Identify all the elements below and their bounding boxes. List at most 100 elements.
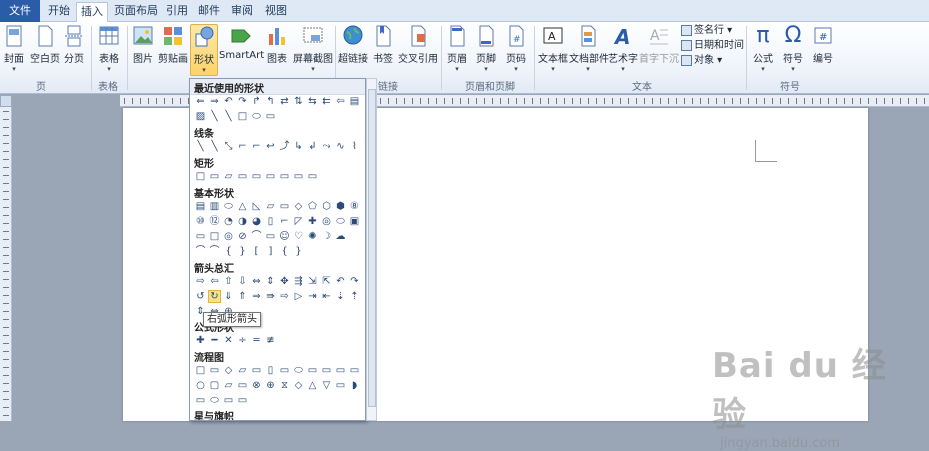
shape-option[interactable]: ⇔ bbox=[250, 275, 263, 288]
shape-option[interactable]: ↳ bbox=[292, 140, 305, 153]
shape-option[interactable]: ⇨ bbox=[194, 275, 207, 288]
tab-page-layout[interactable]: 页面布局 bbox=[110, 2, 162, 22]
shape-option[interactable]: ▤ bbox=[194, 200, 207, 213]
shape-option[interactable]: ⑧ bbox=[348, 200, 361, 213]
shape-option[interactable]: ▨ bbox=[194, 110, 207, 123]
shape-option[interactable]: △ bbox=[306, 379, 319, 392]
shape-option[interactable]: ⌒ bbox=[250, 230, 263, 243]
shape-option[interactable]: ⌒ bbox=[208, 245, 221, 258]
shape-option[interactable]: ⬭ bbox=[208, 394, 221, 407]
header-button[interactable]: 页眉 ▾ bbox=[444, 24, 470, 73]
shape-option[interactable]: ⇦ bbox=[208, 275, 221, 288]
shape-option[interactable]: ▭ bbox=[278, 364, 291, 377]
shape-option[interactable]: ▭ bbox=[208, 170, 221, 183]
shape-option[interactable]: □ bbox=[208, 230, 221, 243]
shape-option[interactable]: ⤳ bbox=[320, 140, 333, 153]
shape-option[interactable]: ⇤ bbox=[320, 290, 333, 303]
shape-option[interactable]: □ bbox=[194, 170, 207, 183]
shape-option[interactable]: ⇱ bbox=[320, 275, 333, 288]
shape-option[interactable]: ⇑ bbox=[236, 290, 249, 303]
smartart-button[interactable]: SmartArt bbox=[219, 24, 264, 61]
shape-option[interactable]: ⇓ bbox=[222, 290, 235, 303]
shape-option[interactable]: ╲ bbox=[208, 140, 221, 153]
chart-button[interactable]: 图表 bbox=[263, 24, 291, 65]
shape-option[interactable]: ↲ bbox=[306, 140, 319, 153]
shape-option[interactable]: ⌐ bbox=[278, 215, 291, 228]
shape-option[interactable]: ⇡ bbox=[348, 290, 361, 303]
tab-view[interactable]: 视图 bbox=[260, 2, 292, 22]
shape-option[interactable]: } bbox=[292, 245, 305, 258]
tab-insert[interactable]: 插入 bbox=[76, 2, 108, 23]
screenshot-button[interactable]: 屏幕截图 ▾ bbox=[292, 24, 334, 73]
shape-option[interactable]: ━ bbox=[208, 334, 221, 347]
shape-option[interactable]: ▯ bbox=[264, 364, 277, 377]
curved-right-arrow-shape[interactable]: ↻ bbox=[208, 290, 221, 303]
shape-option[interactable]: ▭ bbox=[194, 394, 207, 407]
shape-option[interactable]: ◇ bbox=[292, 379, 305, 392]
shape-option[interactable]: ⊘ bbox=[236, 230, 249, 243]
shape-option[interactable]: ▢ bbox=[208, 379, 221, 392]
shape-option[interactable]: ∿ bbox=[334, 140, 347, 153]
shape-option[interactable]: ▣ bbox=[348, 215, 361, 228]
shape-option[interactable]: ⬠ bbox=[306, 200, 319, 213]
shape-option[interactable]: ▭ bbox=[194, 230, 207, 243]
page-break-button[interactable]: 分页 bbox=[62, 24, 86, 65]
shape-option[interactable]: ▭ bbox=[292, 170, 305, 183]
shape-option[interactable]: ⌐ bbox=[236, 140, 249, 153]
object-button[interactable]: 对象 ▾ bbox=[681, 54, 722, 68]
ruler-corner[interactable] bbox=[0, 95, 12, 107]
shape-option[interactable]: ↶ bbox=[222, 95, 235, 108]
shape-option[interactable]: ▷ bbox=[292, 290, 305, 303]
shape-option[interactable]: ▤ bbox=[348, 95, 361, 108]
shape-option[interactable]: ⇄ bbox=[278, 95, 291, 108]
shape-option[interactable]: ☺ bbox=[278, 230, 291, 243]
shape-option[interactable]: ▭ bbox=[236, 394, 249, 407]
table-button[interactable]: 表格 ▾ bbox=[95, 24, 123, 73]
shape-option[interactable]: { bbox=[278, 245, 291, 258]
shape-option[interactable]: ↶ bbox=[334, 275, 347, 288]
shape-option[interactable]: ▭ bbox=[222, 394, 235, 407]
tab-mailings[interactable]: 邮件 bbox=[194, 2, 224, 22]
vertical-ruler[interactable] bbox=[0, 95, 12, 421]
shape-option[interactable]: ⑩ bbox=[194, 215, 207, 228]
picture-button[interactable]: 图片 bbox=[130, 24, 156, 65]
page-number-button[interactable]: # 页码 ▾ bbox=[503, 24, 529, 73]
scrollbar-thumb[interactable] bbox=[368, 89, 376, 407]
shape-option[interactable]: } bbox=[236, 245, 249, 258]
shape-option[interactable]: [ bbox=[250, 245, 263, 258]
shape-option[interactable]: ⊕ bbox=[264, 379, 277, 392]
shape-option[interactable]: ✚ bbox=[194, 334, 207, 347]
tab-file[interactable]: 文件 bbox=[0, 0, 40, 22]
shape-option[interactable]: ⧖ bbox=[278, 379, 291, 392]
shape-option[interactable]: ◎ bbox=[320, 215, 333, 228]
shape-option[interactable]: ○ bbox=[194, 379, 207, 392]
date-time-button[interactable]: 日期和时间 bbox=[681, 39, 744, 53]
shape-option[interactable]: ⇒ bbox=[208, 95, 221, 108]
shape-option[interactable]: ⇥ bbox=[306, 290, 319, 303]
shape-option[interactable]: ⇶ bbox=[292, 275, 305, 288]
shape-option[interactable]: ▭ bbox=[348, 364, 361, 377]
shape-option[interactable]: ▱ bbox=[222, 379, 235, 392]
shape-option[interactable]: ⌇ bbox=[348, 140, 361, 153]
shape-option[interactable]: ⇅ bbox=[292, 95, 305, 108]
shape-option[interactable]: ▭ bbox=[236, 170, 249, 183]
shapes-button[interactable]: 形状 ▾ bbox=[190, 24, 218, 76]
shape-option[interactable]: ⬡ bbox=[320, 200, 333, 213]
shape-option[interactable]: ▭ bbox=[334, 379, 347, 392]
shape-option[interactable]: ▭ bbox=[208, 364, 221, 377]
shape-option[interactable]: ÷ bbox=[236, 334, 249, 347]
shape-option[interactable]: ▭ bbox=[306, 170, 319, 183]
clipart-button[interactable]: 剪贴画 bbox=[157, 24, 189, 65]
shape-option[interactable]: ▯ bbox=[264, 215, 277, 228]
drop-cap-button[interactable]: A 首字下沉 bbox=[639, 24, 679, 65]
textbox-button[interactable]: A 文本框 ▾ bbox=[537, 24, 569, 73]
shape-option[interactable]: ◸ bbox=[292, 215, 305, 228]
shape-option[interactable]: □ bbox=[194, 364, 207, 377]
shape-option[interactable]: ▱ bbox=[222, 170, 235, 183]
shape-option[interactable]: ☽ bbox=[320, 230, 333, 243]
shape-option[interactable]: △ bbox=[236, 200, 249, 213]
shape-option[interactable]: ⊗ bbox=[250, 379, 263, 392]
tab-references[interactable]: 引用 bbox=[162, 2, 192, 22]
shape-option[interactable]: ⇨ bbox=[278, 290, 291, 303]
cross-reference-button[interactable]: 交叉引用 bbox=[397, 24, 439, 65]
